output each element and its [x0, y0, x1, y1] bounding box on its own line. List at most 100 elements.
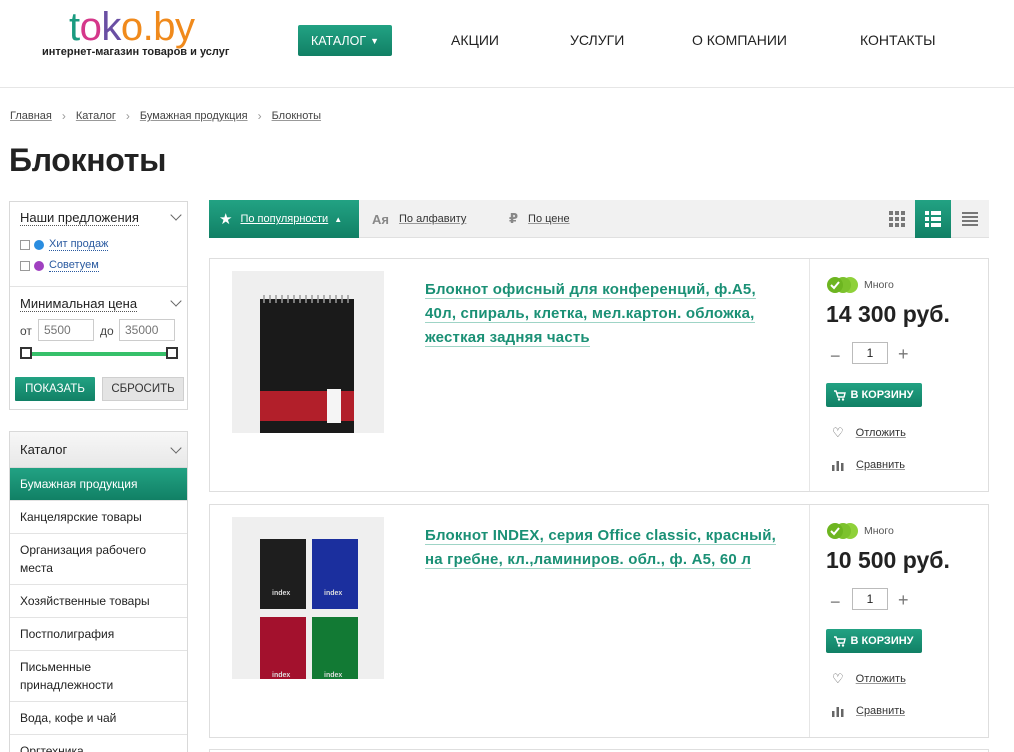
cart-icon	[834, 635, 847, 647]
breadcrumb: Главная › Каталог › Бумажная продукция ›…	[10, 109, 321, 123]
catalog-sidebar-title: Каталог	[20, 442, 68, 457]
sort-bar: ★ По популярности ▲ Ая По алфавиту ₽ По …	[209, 200, 989, 238]
breadcrumb-separator: ›	[125, 109, 130, 123]
recommend-checkbox[interactable]	[20, 260, 30, 271]
price-filter-toggle[interactable]: Минимальная цена	[20, 296, 138, 312]
show-button[interactable]: ПОКАЗАТЬ	[15, 377, 95, 401]
tagline: интернет-магазин товаров и услуг	[42, 46, 230, 58]
notebook-image-icon	[232, 271, 384, 445]
sort-popularity-label: По популярности	[240, 213, 329, 225]
qty-input[interactable]: 1	[852, 588, 888, 610]
nav-catalog-label: КАТАЛОГ	[310, 33, 367, 48]
cart-icon	[834, 389, 847, 401]
product-buy-panel: Много 14 300 руб. − 1 + В КОРЗИНУ ♡ Отло…	[809, 259, 989, 491]
breadcrumb-paper[interactable]: Бумажная продукция	[140, 110, 248, 122]
alphabet-icon: Ая	[372, 211, 389, 227]
price-to-input[interactable]	[119, 319, 175, 341]
nav-catalog-button[interactable]: КАТАЛОГ ▼	[298, 25, 392, 56]
product-image[interactable]	[232, 271, 384, 445]
svg-text:index: index	[324, 590, 342, 597]
nav-contacts-link[interactable]: КОНТАКТЫ	[860, 32, 936, 48]
recommend-badge-icon	[34, 260, 44, 271]
filter-recommend-option[interactable]: Советуем	[20, 259, 99, 272]
recommend-label[interactable]: Советуем	[49, 259, 99, 272]
sidebar-item-water-coffee[interactable]: Вода, кофе и чай	[10, 702, 187, 735]
add-to-cart-button[interactable]: В КОРЗИНУ	[826, 383, 922, 407]
sort-popularity[interactable]: ★ По популярности ▲	[209, 200, 359, 238]
catalog-sidebar: Каталог Бумажная продукция Канцелярские …	[9, 431, 188, 752]
sidebar-item-writing[interactable]: Письменные принадлежности	[10, 651, 187, 702]
svg-text:index: index	[272, 590, 290, 597]
product-price: 10 500 руб.	[826, 547, 950, 573]
breadcrumb-separator: ›	[257, 109, 262, 123]
chevron-down-icon[interactable]	[170, 209, 182, 221]
sidebar-item-household[interactable]: Хозяйственные товары	[10, 585, 187, 618]
stock-label: Много	[864, 525, 894, 537]
sort-alphabet[interactable]: Ая По алфавиту	[372, 200, 466, 238]
price-slider-track[interactable]	[24, 352, 174, 356]
defer-link[interactable]: ♡ Отложить	[832, 671, 906, 687]
hit-checkbox[interactable]	[20, 239, 30, 250]
add-to-cart-label: В КОРЗИНУ	[850, 389, 914, 401]
sidebar-item-paper[interactable]: Бумажная продукция	[10, 468, 187, 501]
sidebar-item-workplace[interactable]: Организация рабочего места	[10, 534, 187, 585]
sidebar-item-postpress[interactable]: Постполиграфия	[10, 618, 187, 651]
price-from-input[interactable]	[38, 319, 94, 341]
sort-alphabet-label: По алфавиту	[398, 213, 467, 225]
nav-services-link[interactable]: УСЛУГИ	[570, 32, 624, 48]
compare-bars-icon	[832, 706, 844, 717]
sidebar-item-stationery[interactable]: Канцелярские товары	[10, 501, 187, 534]
defer-label: Отложить	[855, 427, 906, 439]
breadcrumb-home[interactable]: Главная	[10, 110, 52, 122]
stock-label: Много	[864, 279, 894, 291]
defer-label: Отложить	[855, 673, 906, 685]
product-title-link[interactable]: Блокнот INDEX, серия Office classic, кра…	[425, 524, 785, 572]
qty-input[interactable]: 1	[852, 342, 888, 364]
product-title-text: Блокнот INDEX, серия Office classic, кра…	[425, 527, 776, 569]
heart-icon: ♡	[832, 425, 844, 440]
product-image[interactable]: index index index index	[232, 517, 384, 689]
sort-asc-icon: ▲	[334, 214, 343, 224]
compare-label: Сравнить	[856, 459, 906, 471]
product-title-text: Блокнот офисный для конференций, ф.А5, 4…	[425, 281, 756, 347]
filter-hit-option[interactable]: Хит продаж	[20, 238, 109, 251]
list-view-button[interactable]	[915, 200, 951, 238]
product-card: Блокнот офисный для конференций, ф.А5, 4…	[209, 258, 989, 492]
qty-decrease-button[interactable]: −	[830, 592, 841, 613]
qty-increase-button[interactable]: +	[898, 590, 909, 611]
catalog-sidebar-header[interactable]: Каталог	[10, 432, 187, 468]
compare-bars-icon	[832, 460, 844, 471]
stock-indicator: Много	[826, 522, 894, 540]
reset-button[interactable]: СБРОСИТЬ	[102, 377, 184, 401]
compare-label: Сравнить	[856, 705, 906, 717]
defer-link[interactable]: ♡ Отложить	[832, 425, 906, 441]
breadcrumb-notebooks[interactable]: Блокноты	[272, 110, 321, 122]
svg-text:index: index	[272, 672, 290, 679]
breadcrumb-separator: ›	[61, 109, 66, 123]
qty-decrease-button[interactable]: −	[830, 346, 841, 367]
sort-price[interactable]: ₽ По цене	[509, 200, 570, 238]
breadcrumb-catalog[interactable]: Каталог	[76, 110, 116, 122]
ruble-icon: ₽	[509, 211, 519, 226]
compare-link[interactable]: Сравнить	[832, 705, 905, 717]
product-title-link[interactable]: Блокнот офисный для конференций, ф.А5, 4…	[425, 278, 785, 350]
nav-promo-link[interactable]: АКЦИИ	[451, 32, 499, 48]
hit-label[interactable]: Хит продаж	[49, 238, 109, 251]
heart-icon: ♡	[832, 671, 844, 686]
nav-about-link[interactable]: О КОМПАНИИ	[692, 32, 787, 48]
add-to-cart-button[interactable]: В КОРЗИНУ	[826, 629, 922, 653]
chevron-down-icon: ▼	[370, 35, 380, 46]
chevron-down-icon[interactable]	[170, 295, 182, 307]
price-slider-max-handle[interactable]	[166, 347, 178, 359]
logo[interactable]: toko.by	[69, 4, 195, 50]
filter-divider	[10, 286, 187, 287]
qty-increase-button[interactable]: +	[898, 344, 909, 365]
sidebar-item-office-equipment[interactable]: Оргтехника	[10, 735, 187, 752]
compare-link[interactable]: Сравнить	[832, 459, 905, 471]
table-view-button[interactable]	[952, 200, 988, 238]
offers-filter-toggle[interactable]: Наши предложения	[20, 210, 139, 226]
price-to-label: до	[100, 324, 114, 338]
product-buy-panel: Много 10 500 руб. − 1 + В КОРЗИНУ ♡ Отло…	[809, 505, 989, 737]
price-slider-min-handle[interactable]	[20, 347, 32, 359]
grid-view-button[interactable]	[879, 200, 915, 238]
